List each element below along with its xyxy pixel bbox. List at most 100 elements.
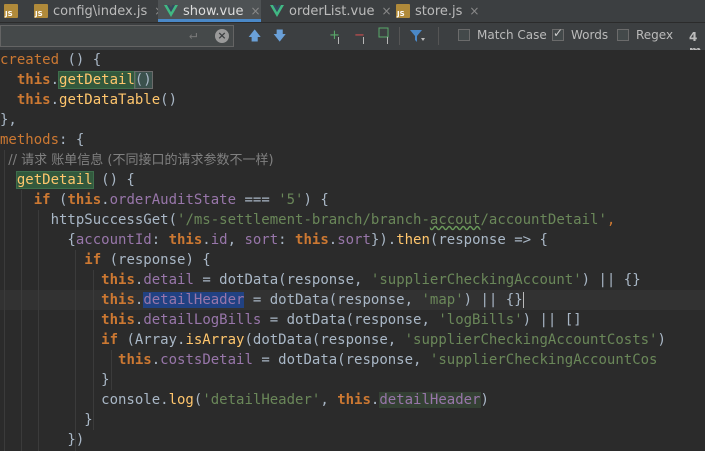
token: 'supplierCheckingAccountCos xyxy=(429,352,658,368)
regex-label: Regex xyxy=(636,28,674,42)
checkbox-box[interactable] xyxy=(552,26,564,41)
token: . xyxy=(50,72,60,88)
token: this xyxy=(101,312,135,328)
close-tab-icon[interactable]: × xyxy=(250,4,260,18)
token: 'supplierCheckingAccountCosts' xyxy=(404,332,658,348)
token: sort xyxy=(337,232,371,248)
tab-orderlist-vue[interactable]: orderList.vue × xyxy=(264,0,392,22)
token: ) || {} xyxy=(463,292,523,308)
enter-icon: ↵ xyxy=(189,27,198,43)
vue-file-icon xyxy=(164,5,178,17)
code-line: getDetail () { xyxy=(0,170,135,190)
token: ) xyxy=(480,392,489,408)
token: , xyxy=(320,392,338,408)
code-line: console.log('detailHeader', this.detailH… xyxy=(0,390,489,410)
token: 'map' xyxy=(421,292,464,308)
token: '/ms-settlement-branch/branch- xyxy=(177,212,430,228)
code-line: } xyxy=(0,410,93,430)
search-input[interactable]: ↵ × xyxy=(0,25,234,47)
text-caret xyxy=(522,292,524,308)
filter-icon[interactable] xyxy=(409,28,427,44)
code-line: this.getDataTable() xyxy=(0,90,177,110)
checkbox-box[interactable] xyxy=(458,29,470,41)
token: . xyxy=(202,232,211,248)
words-label: Words xyxy=(571,28,609,42)
token: { xyxy=(0,232,76,248)
code-line: this.getDetail() xyxy=(0,70,153,90)
next-occurrence-icon[interactable]: 🡇 xyxy=(273,27,286,45)
token: getDetail xyxy=(58,71,136,89)
token: : xyxy=(151,232,169,248)
token: = dotData(response, xyxy=(252,352,430,368)
token: if xyxy=(101,332,119,348)
token: === xyxy=(236,192,279,208)
token: this xyxy=(337,392,371,408)
tab-show-vue[interactable]: show.vue × xyxy=(158,0,261,22)
token: this xyxy=(118,352,152,368)
code-line: created () { xyxy=(0,50,101,70)
token: (response => { xyxy=(429,232,548,248)
token: detailHeader xyxy=(143,292,245,308)
token: if xyxy=(33,192,51,208)
tab-overflow-icon[interactable] xyxy=(0,0,20,22)
token: () xyxy=(160,92,178,108)
token: ) || {} xyxy=(581,272,641,288)
js-file-icon xyxy=(396,4,410,18)
token: 'detailHeader' xyxy=(202,392,321,408)
token: console. xyxy=(0,392,169,408)
code-line: methods: { xyxy=(0,130,84,150)
token: : xyxy=(278,232,296,248)
comment: // 请求 账单信息 (不同接口的请求参数不一样) xyxy=(0,153,274,168)
token: detailHeader xyxy=(379,392,481,408)
token: 'logBills' xyxy=(438,312,523,328)
select-all-occurrences-icon[interactable]: I xyxy=(378,27,396,45)
code-line: if (response) { xyxy=(0,250,210,270)
token: }). xyxy=(370,232,397,248)
code-line: this.costsDetail = dotData(response, 'su… xyxy=(0,350,657,370)
vue-file-icon xyxy=(270,5,284,17)
token: methods xyxy=(0,132,60,148)
tab-store-js[interactable]: store.js × xyxy=(390,0,485,22)
token: }, xyxy=(0,112,17,128)
code-line: {accountId: this.id, sort: this.sort}).t… xyxy=(0,230,548,250)
tab-label: config\index.js xyxy=(53,3,148,19)
code-line: this.detailHeader = dotData(response, 'm… xyxy=(0,290,524,310)
token: ) { xyxy=(303,192,329,208)
token: () xyxy=(133,71,153,89)
js-file-icon xyxy=(34,4,48,18)
token: log xyxy=(168,392,194,408)
tab-config-index-js[interactable]: config\index.js × xyxy=(28,0,164,22)
svg-text:I: I xyxy=(386,36,389,45)
token: accout xyxy=(429,212,481,228)
toolbar-divider xyxy=(438,27,439,45)
token: detail xyxy=(143,272,194,288)
match-case-checkbox[interactable]: Match Case xyxy=(458,28,547,42)
token: . xyxy=(328,232,338,248)
code-line: }) xyxy=(0,430,84,450)
token: ( xyxy=(50,192,68,208)
add-occurrence-icon[interactable]: +I xyxy=(329,27,347,45)
token: accountId xyxy=(75,232,152,248)
token: } xyxy=(0,412,93,428)
token: (Array. xyxy=(118,332,186,348)
previous-occurrence-icon[interactable]: 🡅 xyxy=(248,27,261,45)
token: then xyxy=(396,232,430,248)
checkbox-box[interactable] xyxy=(617,29,629,41)
token: /accountDetail' xyxy=(480,212,607,228)
code-editor[interactable]: created () { this.getDetail() this.getDa… xyxy=(0,50,705,451)
token: , xyxy=(606,212,616,228)
token: this xyxy=(16,72,51,88)
words-checkbox[interactable]: Words xyxy=(552,26,609,42)
toolbar-divider xyxy=(399,27,400,45)
token: ) xyxy=(657,332,666,348)
code-line: } xyxy=(0,370,109,390)
remove-occurrence-icon[interactable]: −I xyxy=(354,27,372,45)
token: this xyxy=(101,292,135,308)
regex-checkbox[interactable]: Regex xyxy=(617,28,673,42)
close-tab-icon[interactable]: × xyxy=(469,4,479,18)
clear-search-icon[interactable]: × xyxy=(215,29,229,43)
